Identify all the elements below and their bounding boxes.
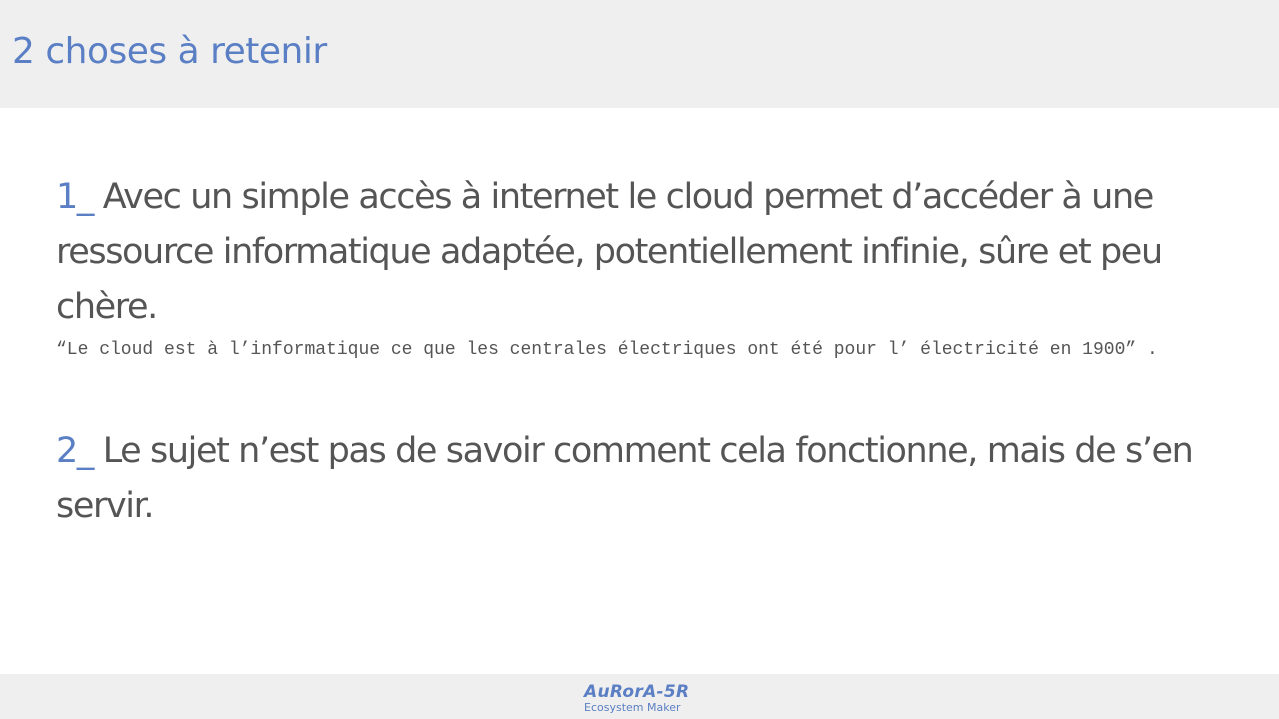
logo-name: AuRorA-5R (584, 682, 690, 702)
slide-header: 2 choses à retenir (0, 0, 1279, 108)
point-text: Avec un simple accès à internet le cloud… (56, 177, 1163, 327)
slide-body: 1_ Avec un simple accès à internet le cl… (56, 170, 1246, 534)
point-number: 2_ (56, 431, 94, 471)
slide-title: 2 choses à retenir (12, 31, 327, 72)
brand-logo: AuRorA-5R Ecosystem Maker (584, 682, 694, 713)
key-point-1: 1_ Avec un simple accès à internet le cl… (56, 170, 1246, 335)
point-text: Le sujet n’est pas de savoir comment cel… (56, 431, 1194, 526)
cloud-quote: “Le cloud est à l’informatique ce que le… (56, 340, 1158, 360)
logo-tagline: Ecosystem Maker (584, 701, 681, 714)
point-number: 1_ (56, 177, 94, 217)
key-point-2: 2_ Le sujet n’est pas de savoir comment … (56, 424, 1246, 534)
